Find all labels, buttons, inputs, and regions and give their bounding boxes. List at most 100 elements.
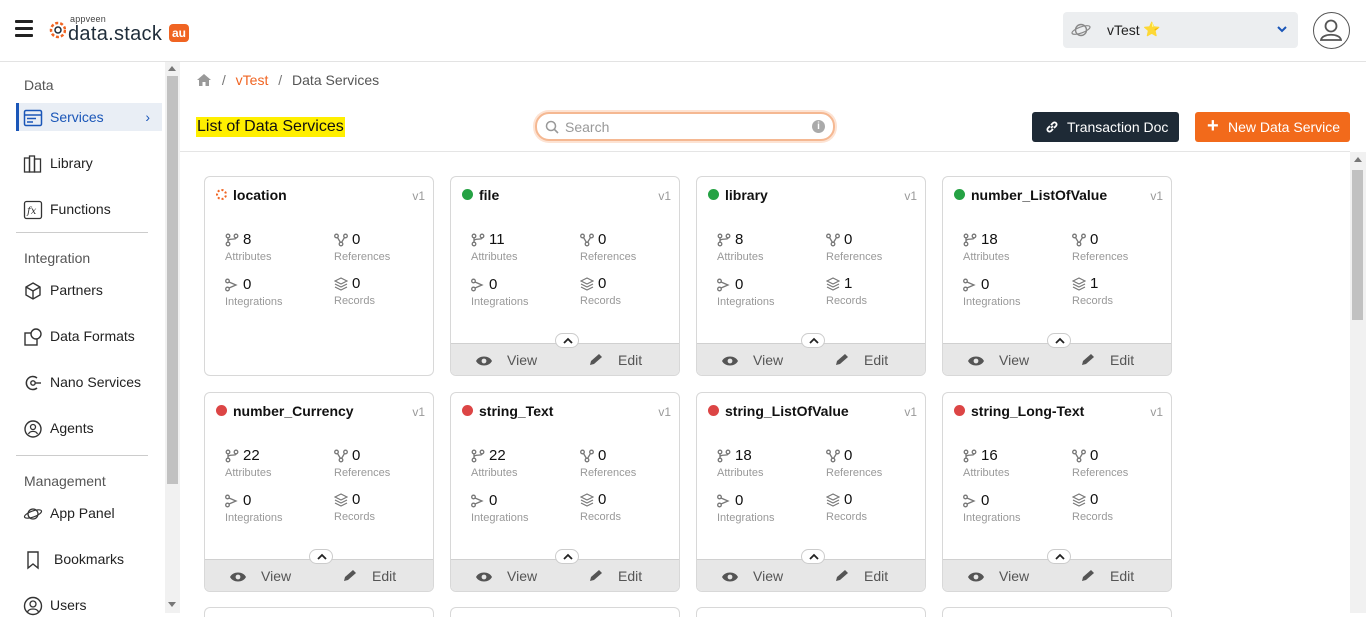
edit-button[interactable]: Edit [834,352,888,370]
sidebar-item-partners[interactable]: Partners [16,276,162,304]
edit-button[interactable]: Edit [1080,568,1134,586]
sidebar-item-data-formats[interactable]: Data Formats [16,322,162,350]
collapse-toggle[interactable] [309,549,333,564]
view-button[interactable]: View [721,352,783,370]
stat-integrations: 0 Integrations [471,490,571,530]
view-label: View [753,568,784,584]
data-service-card[interactable]: file v1 11 Attributes 0 References 0 Integratio… [450,176,680,376]
stat-label: Attributes [471,467,518,479]
service-name[interactable]: number_ListOfValue [971,187,1107,203]
edit-button[interactable]: Edit [588,568,642,586]
sidebar-item-agents[interactable]: Agents [16,414,162,442]
integrations-icon [963,494,977,513]
partners-icon [25,282,41,300]
stat-value: 0 [352,275,361,292]
svg-text:fx: fx [26,206,37,217]
edit-button[interactable]: Edit [588,352,642,370]
sidebar-scroll-down-icon[interactable] [168,602,176,607]
view-button[interactable]: View [475,568,537,586]
hamburger-menu-icon[interactable] [15,20,33,37]
data-service-card[interactable]: string_ListOfValue v1 18 Attributes 0 Referen… [696,392,926,592]
stat-label: Integrations [717,296,775,308]
main-scroll-up-icon[interactable] [1354,157,1362,162]
attributes-icon [717,233,731,252]
sidebar-item-app-panel[interactable]: App Panel [16,499,162,527]
logo-mark-icon [49,21,66,39]
service-name[interactable]: string_Long-Text [971,403,1084,419]
stat-value: 0 [489,492,498,509]
collapse-toggle[interactable] [1047,549,1071,564]
sidebar-item-functions[interactable]: fx Functions [16,195,162,223]
status-indicator-icon [954,405,965,416]
new-data-service-button[interactable]: + New Data Service [1195,112,1350,142]
nano-services-icon [25,375,41,391]
stat-label: References [1072,251,1129,263]
view-button[interactable]: View [967,352,1029,370]
main-scrollbar-thumb[interactable] [1352,170,1363,320]
stat-value: 0 [844,447,853,464]
sidebar-item-bookmarks[interactable]: Bookmarks [16,545,162,573]
edit-button[interactable]: Edit [1080,352,1134,370]
data-service-card[interactable]: library v1 8 Attributes 0 References 0 Integrat… [696,176,926,376]
stat-label: Records [826,295,867,307]
data-service-card[interactable]: number_ListOfValue v1 18 Attributes 0 Referen… [942,176,1172,376]
breadcrumb-separator: / [278,72,283,88]
records-icon [825,277,841,296]
sidebar-scroll-up-icon[interactable] [168,66,176,71]
data-service-card[interactable]: number_Currency v1 22 Attributes 0 References… [204,392,434,592]
collapse-toggle[interactable] [801,549,825,564]
sidebar-item-nano-services[interactable]: Nano Services [16,368,162,396]
attributes-icon [717,449,731,468]
data-service-card[interactable]: string_Long-Text v1 16 Attributes 0 Reference… [942,392,1172,592]
collapse-toggle[interactable] [555,333,579,348]
stat-attributes: 8 Attributes [225,229,325,269]
search-input[interactable] [565,118,805,136]
transaction-doc-button[interactable]: Transaction Doc [1032,112,1179,142]
sidebar-item-library[interactable]: Library [16,149,162,177]
app-selector[interactable]: vTest ⭐ [1063,12,1298,48]
edit-label: Edit [372,568,397,584]
search-box[interactable]: i [535,112,835,141]
stat-value: 0 [844,231,853,248]
service-name[interactable]: string_Text [479,403,553,419]
edit-icon [834,353,850,370]
view-button[interactable]: View [721,568,783,586]
stat-value: 0 [352,491,361,508]
breadcrumb-app-link[interactable]: vTest [236,72,269,88]
attributes-icon [963,449,977,468]
home-icon[interactable] [196,73,212,87]
references-icon [580,233,594,252]
stat-label: Integrations [471,512,529,524]
collapse-toggle[interactable] [801,333,825,348]
view-button[interactable]: View [967,568,1029,586]
service-name[interactable]: string_ListOfValue [725,403,849,419]
stat-value: 1 [844,275,853,292]
service-name[interactable]: file [479,187,499,203]
collapse-toggle[interactable] [555,549,579,564]
new-data-service-label: New Data Service [1228,119,1341,135]
service-name[interactable]: number_Currency [233,403,354,419]
user-avatar-icon[interactable] [1313,12,1350,49]
eye-icon [721,570,739,586]
data-service-card[interactable]: string_Text v1 22 Attributes 0 References 0 Int… [450,392,680,592]
status-indicator-icon [708,189,719,200]
view-button[interactable]: View [229,568,291,586]
collapse-toggle[interactable] [1047,333,1071,348]
edit-button[interactable]: Edit [834,568,888,586]
stat-value: 0 [598,491,607,508]
service-name[interactable]: location [233,187,287,203]
logo[interactable]: appveen data.stack au [48,14,193,46]
info-icon[interactable]: i [812,120,825,133]
service-name[interactable]: library [725,187,768,203]
stat-label: Records [334,295,375,307]
card-peek [942,607,1172,617]
stat-integrations: 0 Integrations [225,274,325,314]
edit-button[interactable]: Edit [342,568,396,586]
data-service-card[interactable]: location v1 8 Attributes 0 References 0 Integra… [204,176,434,376]
integrations-icon [471,278,485,297]
sidebar-item-services[interactable]: Services › [16,103,162,131]
sidebar-scrollbar-thumb[interactable] [167,76,178,484]
sidebar-item-users[interactable]: Users [16,591,162,619]
references-icon [1072,449,1086,468]
view-button[interactable]: View [475,352,537,370]
